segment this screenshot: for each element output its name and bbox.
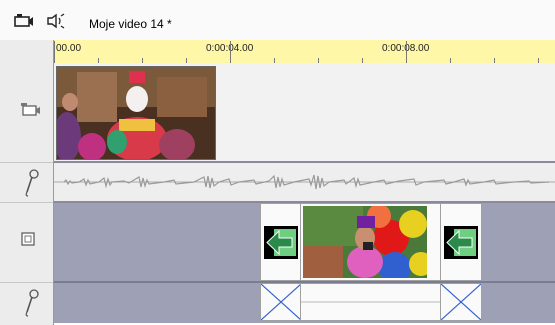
microphone-icon[interactable] [24,168,40,203]
audio-track[interactable] [54,163,555,203]
audio-transition[interactable] [440,283,482,321]
time-ruler[interactable]: 00.00 0:00:04.00 0:00:08.00 [54,40,555,64]
arrow-left-icon [264,226,298,259]
timeline-titlebar: Moje video 14 * [0,0,555,41]
overlay-clip[interactable] [300,203,442,281]
transition-clip[interactable] [260,203,302,281]
header-divider [0,162,53,163]
camcorder-icon[interactable] [14,13,34,34]
microphone-icon[interactable] [24,288,40,323]
transition-clip[interactable] [440,203,482,281]
header-divider [0,282,53,283]
video-track[interactable] [54,63,555,163]
audio-waveform [54,174,555,190]
speaker-icon[interactable] [46,13,66,34]
overlay-clip-thumbnail [303,206,427,278]
audio-clip[interactable] [300,283,442,321]
audio-transition[interactable] [260,283,302,321]
overlay-track[interactable] [54,203,555,283]
video-clip-thumbnail[interactable] [56,66,216,160]
ruler-tick [54,41,55,63]
ruler-label: 00.00 [56,43,82,54]
ruler-tick [230,41,231,63]
header-divider [0,202,53,203]
track-headers [0,40,54,325]
ruler-tick [406,41,407,63]
camcorder-icon[interactable] [20,102,42,123]
overlay-icon[interactable] [21,232,35,251]
project-title: Moje video 14 * [89,17,172,31]
arrow-left-icon [444,226,478,259]
overlay-audio-track[interactable] [54,283,555,323]
